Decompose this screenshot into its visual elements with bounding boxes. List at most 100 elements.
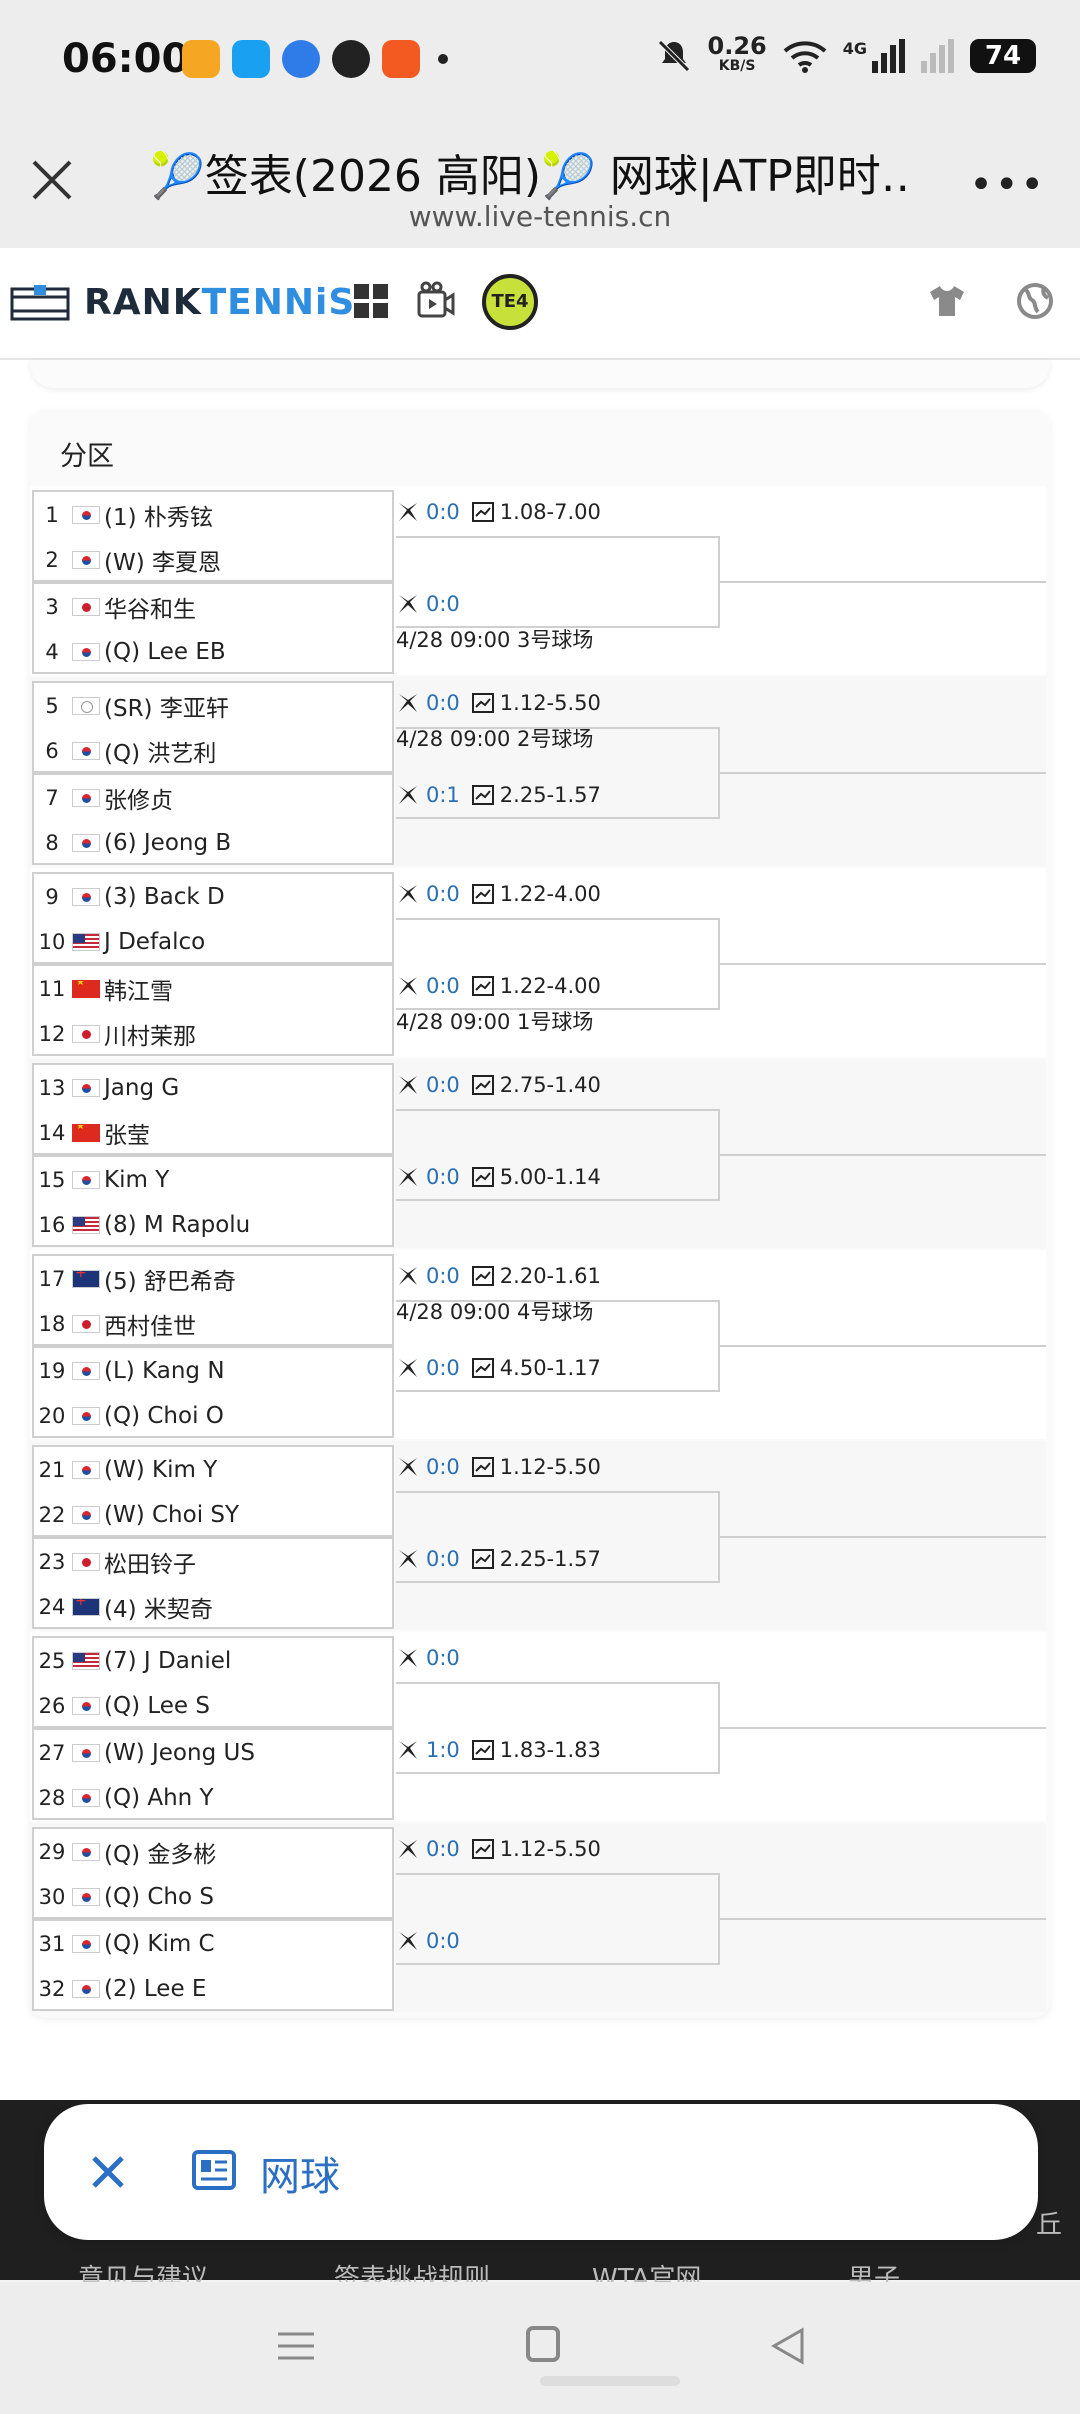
- player-row[interactable]: 7 张修贞: [34, 775, 394, 820]
- player-row[interactable]: 13 Jang G: [34, 1065, 394, 1110]
- player-name[interactable]: (W) Choi SY: [104, 1502, 239, 1528]
- footer-link-feedback[interactable]: 意见与建议: [78, 2258, 208, 2282]
- player-name[interactable]: 川村茉那: [104, 1017, 196, 1051]
- video-camera-icon[interactable]: [416, 280, 456, 320]
- player-name[interactable]: 韩江雪: [104, 972, 173, 1006]
- match-score[interactable]: 0:0: [426, 1264, 460, 1288]
- player-row[interactable]: 2 (W) 李夏恩: [34, 537, 394, 582]
- h2h-icon[interactable]: [396, 1837, 420, 1861]
- match-info[interactable]: 0:0 1.12-5.50: [396, 1455, 601, 1479]
- player-name[interactable]: (W) 李夏恩: [104, 543, 221, 577]
- player-row[interactable]: 15 Kim Y: [34, 1157, 394, 1202]
- footer-link-men[interactable]: 男子: [848, 2258, 900, 2282]
- back-icon[interactable]: [768, 2326, 808, 2366]
- player-name[interactable]: (Q) Lee EB: [104, 639, 226, 665]
- player-name[interactable]: (8) M Rapolu: [104, 1212, 250, 1238]
- h2h-icon[interactable]: [396, 1455, 420, 1479]
- odds-chart-icon[interactable]: [471, 1839, 494, 1859]
- player-name[interactable]: 张莹: [104, 1116, 150, 1150]
- match-score[interactable]: 0:0: [426, 1837, 460, 1861]
- player-name[interactable]: (Q) Kim C: [104, 1931, 215, 1957]
- player-row[interactable]: 10 J Defalco: [34, 919, 394, 964]
- player-row[interactable]: 8 (6) Jeong B: [34, 820, 394, 865]
- player-name[interactable]: 华谷和生: [104, 590, 196, 624]
- player-row[interactable]: 32 (2) Lee E: [34, 1966, 394, 2011]
- footer-link-wta[interactable]: WTA官网: [592, 2258, 701, 2282]
- h2h-icon[interactable]: [396, 1073, 420, 1097]
- match-info[interactable]: 0:0 1.08-7.00: [396, 500, 601, 524]
- te4-badge[interactable]: TE4: [482, 274, 538, 330]
- h2h-icon[interactable]: [396, 691, 420, 715]
- match-info[interactable]: 0:0 2.75-1.40: [396, 1073, 601, 1097]
- player-row[interactable]: 11 韩江雪: [34, 966, 394, 1011]
- match-info[interactable]: 0:0 1.22-4.00: [396, 882, 601, 906]
- player-name[interactable]: (Q) 金多彬: [104, 1835, 216, 1869]
- player-row[interactable]: 31 (Q) Kim C: [34, 1921, 394, 1966]
- player-row[interactable]: 27 (W) Jeong US: [34, 1730, 394, 1775]
- close-icon[interactable]: [30, 158, 74, 202]
- player-row[interactable]: 22 (W) Choi SY: [34, 1492, 394, 1537]
- player-row[interactable]: 4 (Q) Lee EB: [34, 629, 394, 674]
- player-name[interactable]: J Defalco: [104, 929, 205, 955]
- player-row[interactable]: 5 (SR) 李亚轩: [34, 683, 394, 728]
- player-name[interactable]: Kim Y: [104, 1167, 169, 1193]
- player-row[interactable]: 21 (W) Kim Y: [34, 1447, 394, 1492]
- odds-chart-icon[interactable]: [471, 1457, 494, 1477]
- player-row[interactable]: 3 华谷和生: [34, 584, 394, 629]
- player-name[interactable]: (5) 舒巴希奇: [104, 1262, 236, 1296]
- player-name[interactable]: (4) 米契奇: [104, 1590, 213, 1624]
- player-row[interactable]: 26 (Q) Lee S: [34, 1683, 394, 1728]
- player-name[interactable]: (W) Jeong US: [104, 1740, 255, 1766]
- player-name[interactable]: (Q) 洪艺利: [104, 734, 216, 768]
- match-score[interactable]: 0:0: [426, 500, 460, 524]
- match-score[interactable]: 0:0: [426, 1073, 460, 1097]
- footer-link-rules[interactable]: 签表挑战规则: [334, 2258, 490, 2282]
- odds-chart-icon[interactable]: [471, 1266, 494, 1286]
- player-name[interactable]: (6) Jeong B: [104, 830, 231, 856]
- player-name[interactable]: 张修贞: [104, 781, 173, 815]
- match-info[interactable]: 0:0 2.20-1.61: [396, 1264, 601, 1288]
- match-info[interactable]: 0:0 1.12-5.50: [396, 1837, 601, 1861]
- player-row[interactable]: 24 (4) 米契奇: [34, 1584, 394, 1629]
- shirt-icon[interactable]: [928, 284, 966, 318]
- odds-chart-icon[interactable]: [471, 502, 494, 522]
- player-row[interactable]: 6 (Q) 洪艺利: [34, 728, 394, 773]
- player-name[interactable]: (7) J Daniel: [104, 1648, 231, 1674]
- match-info[interactable]: 0:0 1.12-5.50: [396, 691, 601, 715]
- player-name[interactable]: (W) Kim Y: [104, 1457, 217, 1483]
- home-icon[interactable]: [526, 2326, 560, 2362]
- recent-apps-icon[interactable]: [276, 2326, 316, 2366]
- h2h-icon[interactable]: [396, 500, 420, 524]
- more-menu-button[interactable]: •••: [969, 165, 1046, 205]
- player-name[interactable]: (Q) Choi O: [104, 1403, 224, 1429]
- player-row[interactable]: 14 张莹: [34, 1110, 394, 1155]
- player-row[interactable]: 29 (Q) 金多彬: [34, 1829, 394, 1874]
- player-name[interactable]: (1) 朴秀铉: [104, 498, 213, 532]
- player-row[interactable]: 1 (1) 朴秀铉: [34, 492, 394, 537]
- match-score[interactable]: 0:0: [426, 691, 460, 715]
- player-name[interactable]: Jang G: [104, 1075, 179, 1101]
- player-name[interactable]: 松田铃子: [104, 1545, 196, 1579]
- player-name[interactable]: (Q) Cho S: [104, 1884, 214, 1910]
- player-row[interactable]: 18 西村佳世: [34, 1301, 394, 1346]
- odds-chart-icon[interactable]: [471, 884, 494, 904]
- player-name[interactable]: (2) Lee E: [104, 1976, 206, 2002]
- match-score[interactable]: 0:0: [426, 1455, 460, 1479]
- gesture-bar[interactable]: [540, 2376, 680, 2386]
- player-row[interactable]: 12 川村茉那: [34, 1011, 394, 1056]
- grid-menu-icon[interactable]: [352, 282, 390, 320]
- player-row[interactable]: 28 (Q) Ahn Y: [34, 1775, 394, 1820]
- match-score[interactable]: 0:0: [426, 1646, 460, 1670]
- player-row[interactable]: 19 (L) Kang N: [34, 1348, 394, 1393]
- player-row[interactable]: 9 (3) Back D: [34, 874, 394, 919]
- player-name[interactable]: (Q) Lee S: [104, 1693, 210, 1719]
- player-row[interactable]: 23 松田铃子: [34, 1539, 394, 1584]
- player-row[interactable]: 25 (7) J Daniel: [34, 1638, 394, 1683]
- player-name[interactable]: (SR) 李亚轩: [104, 689, 229, 723]
- sheet-label[interactable]: 网球: [260, 2144, 340, 2202]
- player-row[interactable]: 30 (Q) Cho S: [34, 1874, 394, 1919]
- sheet-close-icon[interactable]: [84, 2148, 132, 2196]
- match-score[interactable]: 0:0: [426, 882, 460, 906]
- match-info[interactable]: 0:0: [396, 1646, 466, 1670]
- h2h-icon[interactable]: [396, 1646, 420, 1670]
